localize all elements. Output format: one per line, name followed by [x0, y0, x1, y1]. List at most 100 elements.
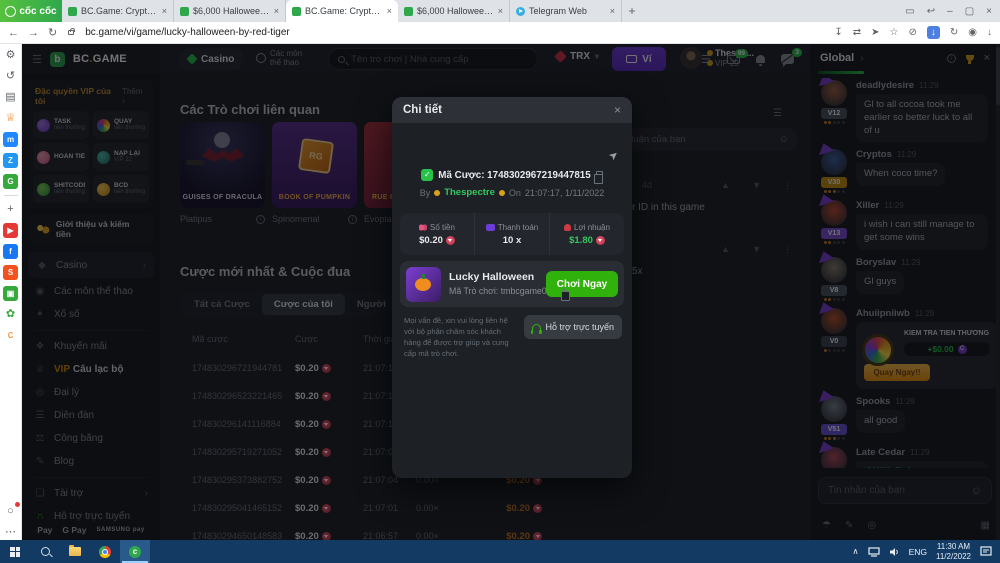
- bet-timestamp: 21:07:17, 1/11/2022: [525, 188, 604, 198]
- file-explorer[interactable]: [60, 540, 90, 563]
- stat-icon: [419, 224, 427, 231]
- copy-icon[interactable]: [563, 288, 565, 296]
- stat-icon: [564, 224, 571, 231]
- bcgame-page: ☰ b BC.GAME Đặc quyền VIP của tôi Thêm ›…: [22, 44, 1000, 540]
- modal-title: Chi tiết: [403, 104, 442, 116]
- folder-icon: [69, 547, 81, 556]
- reload-button[interactable]: ↻: [48, 26, 57, 39]
- taskbar-clock[interactable]: 11:30 AM11/2/2022: [936, 542, 971, 561]
- reopen-tab-icon[interactable]: ↩: [927, 6, 935, 17]
- stat-cell: Số tiền$0.20: [400, 213, 474, 255]
- network-icon[interactable]: [868, 547, 880, 557]
- close-icon[interactable]: ×: [614, 103, 621, 117]
- coccoc-app[interactable]: c: [120, 540, 150, 563]
- downloads-icon[interactable]: ↓: [987, 27, 992, 38]
- save-page-icon[interactable]: ↧: [834, 27, 842, 38]
- windows-taskbar: c ∧ ENG 11:30 AM11/2/2022: [0, 540, 1000, 563]
- action-center-icon[interactable]: [980, 546, 992, 557]
- bcgame-favicon-icon: [404, 7, 413, 16]
- tab-search-icon[interactable]: ▭: [905, 6, 914, 17]
- add-icon[interactable]: +: [3, 202, 18, 217]
- browser-tab[interactable]: BC.Game: Crypto Casino Gan×: [286, 0, 398, 22]
- tab-title: BC.Game: Crypto Casino Gan: [81, 6, 158, 16]
- shopee-icon[interactable]: S: [3, 265, 18, 280]
- medal-icon: [434, 190, 440, 196]
- browser-toolbar: ← → ↻ bc.game/vi/game/lucky-halloween-by…: [0, 22, 1000, 44]
- language-indicator[interactable]: ENG: [909, 547, 927, 557]
- share-icon[interactable]: ➤: [871, 27, 879, 38]
- live-support-button[interactable]: Hỗ trợ trực tuyến: [524, 315, 622, 339]
- profile-icon[interactable]: ◉: [968, 27, 977, 38]
- settings-icon[interactable]: ⚙: [3, 48, 18, 63]
- coccoc-logo-icon: [5, 6, 16, 17]
- new-tab-button[interactable]: +: [622, 0, 642, 22]
- stat-label: Lợi nhuận: [564, 223, 610, 232]
- browser-tab[interactable]: Telegram Web×: [510, 0, 622, 22]
- coccoc-icon: c: [129, 546, 141, 558]
- garden-icon[interactable]: ✿: [3, 307, 18, 322]
- feed-icon[interactable]: ▤: [3, 90, 18, 105]
- tab-title: $6,000 Halloween Slot Battle: [417, 6, 494, 16]
- bet-details-modal: Chi tiết × ➤ ✓ Mã Cược: 1748302967219447…: [392, 97, 632, 478]
- translate-icon[interactable]: ⇄: [853, 27, 861, 38]
- notification-dot: [15, 502, 20, 507]
- search-icon: [41, 547, 50, 556]
- tab-close-icon[interactable]: ×: [387, 6, 392, 16]
- close-window-button[interactable]: ×: [986, 6, 992, 17]
- chrome-icon: [99, 546, 111, 558]
- tab-close-icon[interactable]: ×: [498, 6, 503, 16]
- stat-label: Thanh toán: [486, 223, 538, 232]
- tabbar-controls: ▭ ↩ – ▢ ×: [905, 0, 1000, 22]
- show-hidden-icons[interactable]: ∧: [852, 546, 858, 557]
- forward-button[interactable]: →: [28, 27, 39, 39]
- tab-close-icon[interactable]: ×: [274, 6, 279, 16]
- stat-value: $0.20: [419, 235, 455, 246]
- trx-coin-icon: [446, 236, 455, 245]
- history-icon[interactable]: ↺: [3, 69, 18, 84]
- game-thumbnail[interactable]: [406, 267, 441, 302]
- bcgame-favicon-icon: [180, 7, 189, 16]
- address-bar[interactable]: bc.game/vi/game/lucky-halloween-by-red-t…: [85, 27, 290, 38]
- back-button[interactable]: ←: [8, 27, 19, 39]
- lock-icon[interactable]: [68, 30, 74, 35]
- divider: [4, 195, 18, 196]
- messenger-icon[interactable]: m: [3, 132, 18, 147]
- minimize-button[interactable]: –: [947, 6, 953, 17]
- notifications-icon[interactable]: ○: [3, 504, 18, 519]
- by-label: By: [420, 188, 431, 198]
- browser-tab[interactable]: BC.Game: Crypto Casino Gan ×: [62, 0, 174, 22]
- bookmark-star-icon[interactable]: ☆: [890, 27, 899, 38]
- game-code: Mã Trò chơi: tmbcgame00...: [449, 285, 546, 298]
- play-now-button[interactable]: Chơi Ngay: [546, 271, 618, 297]
- stat-value: $1.80: [569, 235, 605, 246]
- browser-tab[interactable]: $6,000 Halloween Slot Battle ×: [398, 0, 510, 22]
- copy-icon[interactable]: [596, 171, 603, 179]
- game-name: Lucky Halloween: [449, 270, 546, 286]
- volume-icon[interactable]: [889, 547, 900, 557]
- games-icon[interactable]: G: [3, 174, 18, 189]
- tab-close-icon[interactable]: ×: [162, 6, 167, 16]
- rewards-icon[interactable]: ♕: [3, 111, 18, 126]
- modal-header: Chi tiết ×: [392, 97, 632, 123]
- cart-icon[interactable]: c: [3, 328, 18, 343]
- download-manager-icon[interactable]: ↓: [927, 26, 940, 39]
- sync-icon[interactable]: ↻: [950, 27, 958, 38]
- facebook-icon[interactable]: f: [3, 244, 18, 259]
- more-icon[interactable]: ⋯: [3, 525, 18, 540]
- browser-tab[interactable]: $6,000 Halloween Slot Battle×: [174, 0, 286, 22]
- coccoc-brand: cốc cốc: [0, 0, 62, 22]
- maximize-button[interactable]: ▢: [965, 6, 974, 17]
- on-label: On: [509, 188, 521, 198]
- gift-icon[interactable]: ▣: [3, 286, 18, 301]
- toolbar-icons: ↧ ⇄ ➤ ☆ ⊘ ↓ ↻ ◉ ↓: [834, 26, 992, 39]
- player-name[interactable]: Thespectre: [444, 187, 495, 198]
- adblock-icon[interactable]: ⊘: [908, 27, 916, 38]
- medal-icon: [499, 190, 505, 196]
- youtube-icon[interactable]: ▶: [3, 223, 18, 238]
- share-icon[interactable]: ➤: [606, 148, 621, 164]
- tab-close-icon[interactable]: ×: [610, 6, 615, 16]
- chat-app-icon[interactable]: Z: [3, 153, 18, 168]
- start-button[interactable]: [0, 540, 30, 563]
- taskbar-search[interactable]: [30, 540, 60, 563]
- chrome-app[interactable]: [90, 540, 120, 563]
